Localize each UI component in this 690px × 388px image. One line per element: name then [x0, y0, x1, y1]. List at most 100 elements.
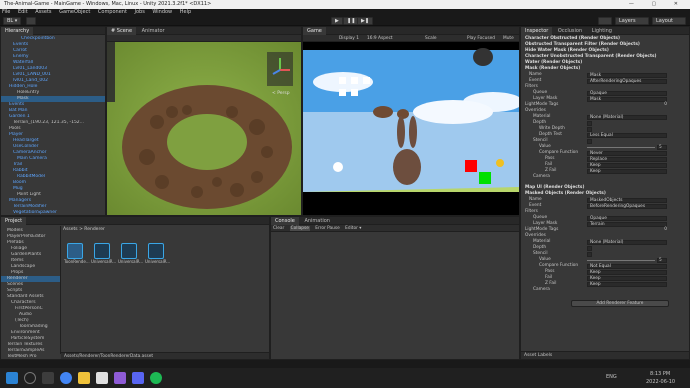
tab-animator[interactable]: Animator	[138, 27, 169, 35]
visual-studio-icon[interactable]	[114, 372, 126, 384]
project-breadcrumb[interactable]: Assets > Renderer	[63, 227, 105, 232]
mute-toggle[interactable]: Mute	[503, 35, 514, 42]
red-square	[465, 160, 477, 172]
depth-checkbox[interactable]	[587, 120, 592, 126]
tab-hierarchy[interactable]: Hierarchy	[1, 27, 34, 35]
scene-tools[interactable]	[107, 42, 115, 102]
project-panel: Project Models PlayerPrefsEditor Prefabs Fo…	[0, 216, 270, 365]
error-pause-button[interactable]: Error Pause	[315, 226, 339, 231]
masked-value-slider[interactable]	[587, 260, 655, 261]
play-focused-dropdown[interactable]: Play Focused	[467, 35, 495, 42]
mask-name-field[interactable]: Mask	[587, 72, 667, 78]
masked-event-dropdown[interactable]: BeforeRenderingOpaques	[587, 203, 667, 209]
persp-label[interactable]: < Persp	[272, 90, 290, 96]
masked-value-field[interactable]: 5	[657, 257, 667, 263]
menu-jobs[interactable]: Jobs	[135, 9, 145, 15]
scene-toolbar[interactable]	[107, 35, 301, 42]
windows-taskbar: ENG 8:13 PM 2022-06-10	[0, 368, 690, 388]
masked-layer-dropdown[interactable]: Terrain	[587, 221, 667, 227]
masked-fail-dropdown[interactable]: Keep	[587, 275, 667, 281]
stencil-checkbox[interactable]	[587, 138, 592, 144]
status-bar	[0, 360, 690, 368]
aspect-dropdown[interactable]: 16:9 Aspect	[367, 35, 393, 42]
menu-gameobject[interactable]: GameObject	[59, 9, 90, 15]
masked-pass-dropdown[interactable]: Keep	[587, 269, 667, 275]
search-icon[interactable]	[598, 17, 612, 25]
masked-material-field[interactable]: None (Material)	[587, 239, 667, 245]
tab-game[interactable]: Game	[303, 27, 326, 35]
windows-start-icon[interactable]	[6, 372, 18, 384]
spotify-icon[interactable]	[150, 372, 162, 384]
scale-slider[interactable]: Scale	[425, 35, 437, 42]
fail-dropdown[interactable]: Keep	[587, 162, 667, 168]
asset-item[interactable]: UniversalR...	[145, 243, 170, 264]
pass-dropdown[interactable]: Replace	[587, 156, 667, 162]
tab-console[interactable]: Console	[271, 217, 299, 225]
inspector-tabbar: Inspector Occlusion Lighting	[521, 27, 689, 35]
cloud-icon[interactable]	[26, 17, 36, 25]
write-depth-checkbox[interactable]	[587, 126, 592, 132]
account-button[interactable]: BL ▾	[3, 17, 22, 25]
asset-labels-bar[interactable]: Asset Labels	[521, 351, 689, 359]
masked-compare-dropdown[interactable]: Not Equal	[587, 263, 667, 269]
masked-stencil-checkbox[interactable]	[587, 251, 592, 257]
depth-test-dropdown[interactable]: Less Equal	[587, 132, 667, 138]
asset-item[interactable]: ToonRende...	[64, 243, 90, 264]
masked-depth-checkbox[interactable]	[587, 245, 592, 251]
zfail-dropdown[interactable]: Keep	[587, 168, 667, 174]
asset-name: UniversalR...	[118, 259, 144, 264]
mask-layer-dropdown[interactable]: Mask	[587, 96, 667, 102]
play-button[interactable]: ▶	[331, 17, 343, 25]
render-pipeline-icon	[121, 243, 137, 259]
menu-component[interactable]: Component	[98, 9, 127, 15]
discord-icon[interactable]	[132, 372, 144, 384]
stencil-value-slider[interactable]	[587, 147, 655, 148]
menu-edit[interactable]: Edit	[18, 9, 28, 15]
mask-event-dropdown[interactable]: AfterRenderingOpaques	[587, 78, 667, 84]
step-button[interactable]: ▶❚	[357, 17, 374, 25]
layout-dropdown[interactable]: Layout	[652, 17, 686, 25]
editor-dropdown[interactable]: Editor ▾	[345, 226, 361, 231]
asset-item[interactable]: UniversalR...	[118, 243, 144, 264]
task-view-icon[interactable]	[42, 372, 54, 384]
menu-file[interactable]: File	[2, 9, 10, 15]
game-tabbar: Game	[303, 27, 519, 35]
console-tabbar: Console Animation	[271, 217, 519, 225]
chrome-icon[interactable]	[60, 372, 72, 384]
scene-viewport[interactable]: < Persp	[107, 42, 301, 215]
scene-gizmo[interactable]	[267, 52, 293, 86]
display-dropdown[interactable]: Display 1	[339, 35, 359, 42]
clock-date[interactable]: 2022-06-10	[646, 379, 675, 385]
layers-dropdown[interactable]: Layers	[615, 17, 649, 25]
clear-button[interactable]: Clear	[273, 226, 284, 231]
asset-name: UniversalR...	[91, 259, 117, 264]
collapse-button[interactable]: Collapse	[289, 226, 310, 231]
menu-help[interactable]: Help	[180, 9, 191, 15]
masked-queue-dropdown[interactable]: Opaque	[587, 215, 667, 221]
language-indicator[interactable]: ENG	[606, 374, 617, 380]
compare-dropdown[interactable]: Never	[587, 150, 667, 156]
render-pipeline-icon	[94, 243, 110, 259]
tab-animation[interactable]: Animation	[300, 217, 334, 225]
inspector-panel: Inspector Occlusion Lighting Character O…	[520, 26, 690, 360]
tab-occlusion[interactable]: Occlusion	[554, 27, 586, 35]
asset-item[interactable]: UniversalR...	[91, 243, 117, 264]
stencil-value-field[interactable]: 5	[657, 144, 667, 150]
game-viewport[interactable]	[303, 42, 519, 215]
window-controls[interactable]: — ▢ ✕	[629, 0, 686, 9]
menu-assets[interactable]: Assets	[35, 9, 51, 15]
tab-scene[interactable]: # Scene	[107, 27, 137, 35]
tab-project[interactable]: Project	[1, 217, 27, 225]
mask-material-field[interactable]: None (Material)	[587, 114, 667, 120]
tab-lighting[interactable]: Lighting	[588, 27, 616, 35]
masked-zfail-dropdown[interactable]: Keep	[587, 281, 667, 287]
file-explorer-icon[interactable]	[78, 372, 90, 384]
tab-inspector[interactable]: Inspector	[521, 27, 553, 35]
menu-window[interactable]: Window	[152, 9, 172, 15]
unity-icon[interactable]	[96, 372, 108, 384]
add-renderer-feature-button[interactable]: Add Renderer Feature	[571, 300, 669, 307]
masked-name-field[interactable]: MaskedObjects	[587, 197, 667, 203]
clock-time[interactable]: 8:13 PM	[650, 371, 670, 377]
mask-queue-dropdown[interactable]: Opaque	[587, 90, 667, 96]
search-icon[interactable]	[24, 372, 36, 384]
